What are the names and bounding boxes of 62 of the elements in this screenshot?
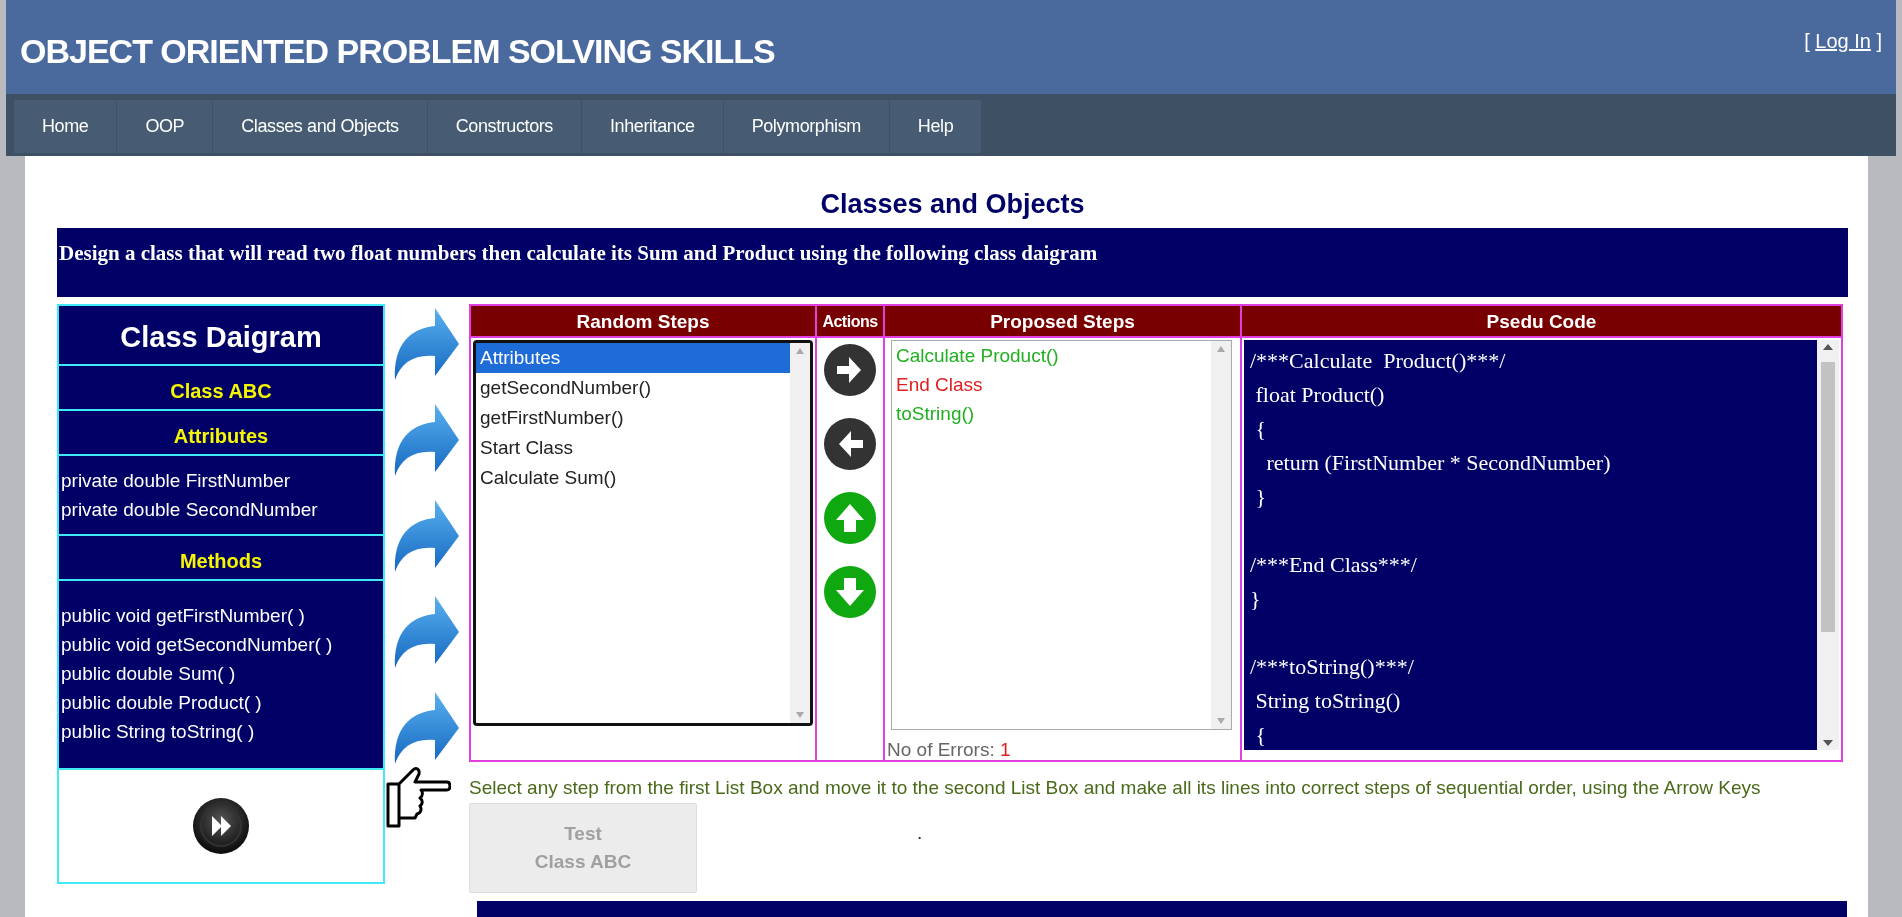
list-item[interactable]: Start Class — [476, 433, 790, 463]
scrollbar-thumb[interactable] — [1821, 362, 1835, 632]
instruction-text: Select any step from the first List Box and move it to the second List Box and make all its lines into correct steps of sequential order, using the Arrow Keys — [469, 776, 1761, 800]
nav-link[interactable]: OOP — [117, 100, 214, 153]
down-arrow-button[interactable] — [822, 564, 878, 620]
code-line: { — [1254, 721, 1268, 749]
attribute-text: private double FirstNumber — [61, 469, 292, 493]
dot-text: . — [917, 820, 923, 845]
task-banner: Design a class that will read two float numbers then calculate its Sum and Product using the following class daigram — [57, 228, 1848, 300]
diagram-title: Class Daigram — [59, 306, 383, 366]
nav-link[interactable]: Inheritance — [581, 100, 724, 153]
list-item[interactable]: getSecondNumber() — [476, 373, 790, 403]
random-steps-listbox[interactable]: Attributes getSecondNumber() getFirstNumber() Start Class Calculate Sum() — [473, 340, 813, 726]
column-header: Psedu Code — [1242, 306, 1841, 338]
code-line: } — [1250, 585, 1262, 613]
scroll-down-icon — [1822, 739, 1834, 747]
scroll-down-icon — [795, 711, 805, 719]
code-line: return (FirstNumber * SecondNumber) — [1265, 449, 1612, 477]
scroll-up-icon — [1822, 343, 1834, 351]
code-line: } — [1254, 483, 1268, 511]
code-line: String toString() — [1254, 687, 1402, 715]
column-header: Random Steps — [471, 306, 817, 338]
nav-link[interactable]: Classes and Objects — [213, 100, 428, 153]
error-count-label: No of Errors: — [887, 739, 995, 760]
section-heading: Methods — [59, 536, 383, 581]
method-text: public double Product( ) — [61, 691, 263, 715]
section-heading: Attributes — [59, 411, 383, 456]
bracket: [ — [1804, 30, 1810, 52]
list-item[interactable]: Attributes — [476, 343, 790, 373]
left-arrow-button[interactable] — [822, 416, 878, 472]
proposed-steps-listbox[interactable]: Calculate Product() End Class toString() — [891, 340, 1232, 730]
login-link[interactable]: Log In — [1815, 30, 1871, 52]
error-count: 1 — [1000, 739, 1011, 760]
nav-link[interactable]: Help — [889, 100, 983, 153]
list-item[interactable]: getFirstNumber() — [476, 403, 790, 433]
scroll-down-icon — [1216, 717, 1226, 725]
list-item[interactable]: End Class — [892, 370, 1211, 399]
method-text: public String toString( ) — [61, 720, 256, 744]
list-item[interactable]: Calculate Sum() — [476, 463, 790, 493]
method-text: public double Sum( ) — [61, 662, 237, 686]
code-line: /***End Class***/ — [1250, 551, 1418, 579]
nav-link[interactable]: Home — [14, 100, 118, 153]
page-title: Classes and Objects — [819, 188, 1086, 221]
method-text: public void getFirstNumber( ) — [61, 604, 306, 628]
nav-link[interactable]: Constructors — [427, 100, 582, 153]
up-arrow-button[interactable] — [822, 490, 878, 546]
nav-link[interactable]: Polymorphism — [723, 100, 890, 153]
code-line: /***toString()***/ — [1250, 653, 1415, 681]
scroll-up-icon — [1216, 345, 1226, 353]
column-header: Proposed Steps — [885, 306, 1242, 338]
right-arrow-button[interactable] — [822, 342, 878, 398]
bracket: ] — [1876, 30, 1882, 52]
attribute-text: private double SecondNumber — [61, 498, 319, 522]
play-button[interactable] — [192, 797, 250, 855]
code-line: { — [1254, 415, 1268, 443]
code-line: float Product() — [1254, 381, 1386, 409]
scroll-up-icon — [795, 347, 805, 355]
code-line: /***Calculate Product()***/ — [1250, 347, 1507, 375]
class-name: Class ABC — [59, 366, 383, 411]
site-title: OBJECT ORIENTED PROBLEM SOLVING SKILLS — [20, 31, 775, 72]
method-text: public void getSecondNumber( ) — [61, 633, 334, 657]
column-header: Actions — [817, 306, 885, 338]
